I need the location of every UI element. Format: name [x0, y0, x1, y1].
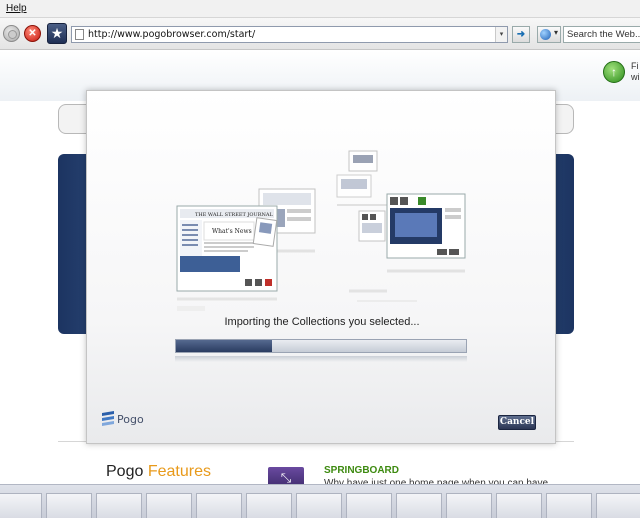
page-icon	[75, 29, 84, 40]
dock-slot[interactable]	[196, 493, 242, 518]
url-field[interactable]: http://www.pogobrowser.com/start/ ▾	[71, 26, 508, 43]
dock-slot[interactable]	[596, 493, 640, 518]
progress-reflection	[175, 356, 467, 362]
dock-slot[interactable]	[96, 493, 142, 518]
newspaper-masthead: THE WALL STREET JOURNAL	[195, 212, 273, 218]
collections-illustration: THE WALL STREET JOURNAL What's News	[176, 150, 466, 311]
dock-slot[interactable]	[0, 493, 42, 518]
menu-bar: Help	[0, 0, 640, 18]
features-heading-accent: Features	[147, 463, 211, 480]
import-collections-dialog: THE WALL STREET JOURNAL What's News Impo…	[86, 90, 556, 444]
import-status-text: Importing the Collections you selected..…	[224, 316, 420, 328]
newspaper-card: THE WALL STREET JOURNAL What's News	[176, 205, 278, 301]
url-text[interactable]: http://www.pogobrowser.com/start/	[88, 29, 255, 40]
cancel-button[interactable]: Cancel	[498, 415, 536, 430]
back-icon[interactable]	[3, 25, 20, 42]
features-heading-prefix: Pogo	[106, 463, 144, 480]
import-progress-fill	[176, 340, 272, 352]
header-side-text: Fi wi	[631, 61, 640, 82]
dock-slot[interactable]	[446, 493, 492, 518]
green-up-arrow-icon[interactable]: ↑	[603, 61, 625, 83]
url-dropdown-icon[interactable]: ▾	[495, 27, 507, 42]
stop-icon[interactable]: ✕	[24, 25, 41, 42]
go-arrow-icon[interactable]: ➜	[512, 26, 530, 43]
bookmark-star-icon[interactable]: ★	[47, 23, 67, 44]
search-engine-icon[interactable]	[537, 26, 561, 43]
springboard-title[interactable]: SPRINGBOARD	[324, 465, 399, 476]
navigation-toolbar: ✕ ★ http://www.pogobrowser.com/start/ ▾ …	[0, 18, 640, 50]
dock-slot[interactable]	[396, 493, 442, 518]
dock-slot[interactable]	[46, 493, 92, 518]
menu-help[interactable]: Help	[6, 3, 27, 14]
floating-card-small	[336, 150, 387, 206]
dock-slot[interactable]	[146, 493, 192, 518]
features-heading: Pogo Features	[106, 463, 211, 481]
video-card	[386, 193, 466, 273]
import-progress-bar	[175, 339, 467, 353]
bottom-dock	[0, 484, 640, 518]
dock-slot[interactable]	[546, 493, 592, 518]
pogo-logo-text: Pogo	[117, 413, 144, 426]
newspaper-headline: What's News	[212, 228, 252, 235]
dock-slot[interactable]	[296, 493, 342, 518]
dock-slot[interactable]	[246, 493, 292, 518]
search-input[interactable]: Search the Web...	[563, 26, 640, 43]
search-placeholder[interactable]: Search the Web...	[567, 29, 640, 40]
dock-slot[interactable]	[346, 493, 392, 518]
dock-slot[interactable]	[496, 493, 542, 518]
